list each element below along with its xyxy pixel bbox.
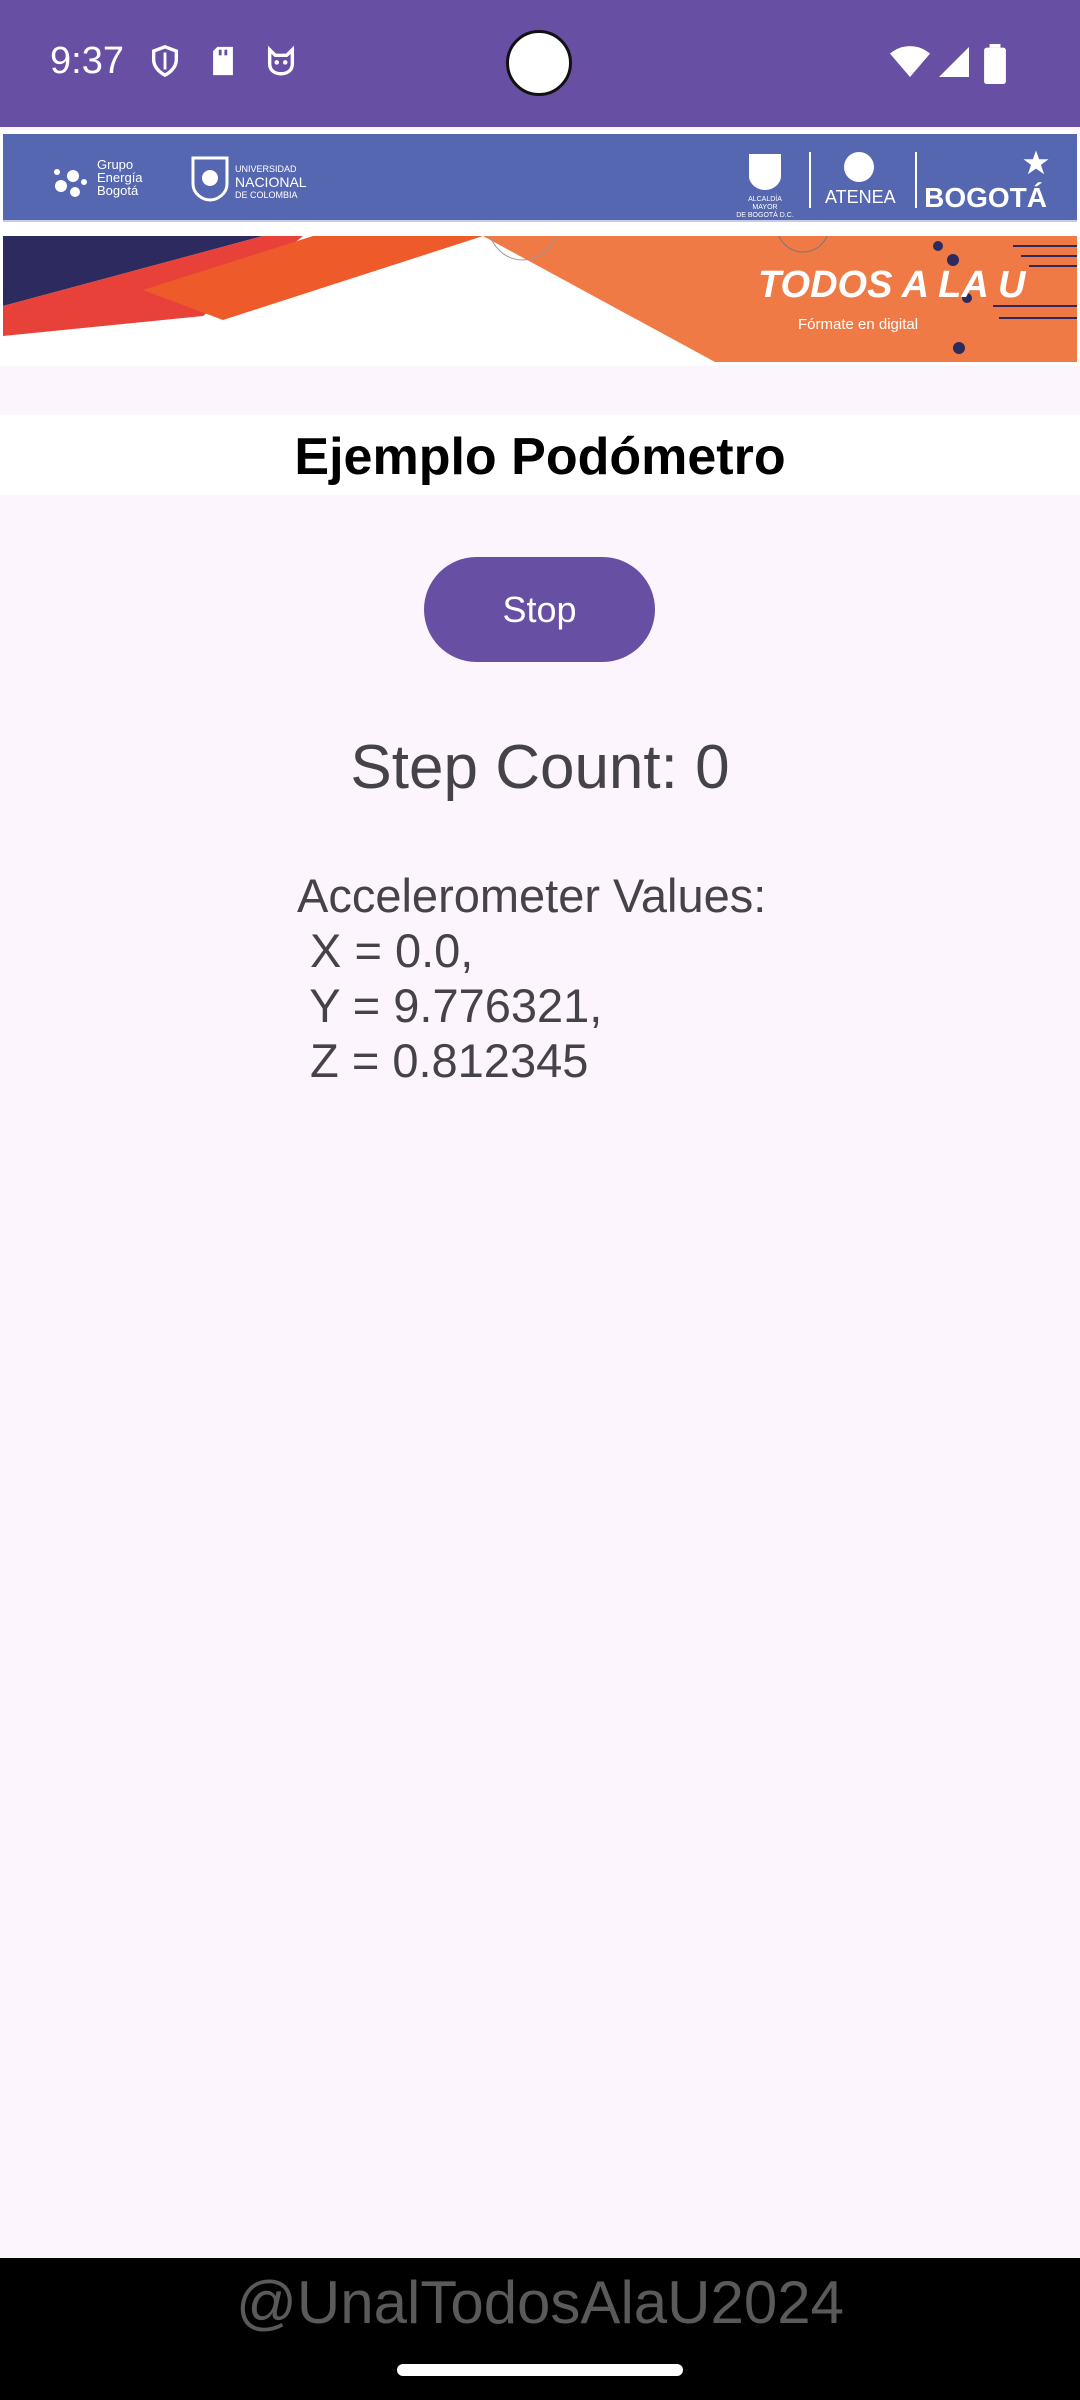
- shield-icon: [151, 45, 179, 78]
- bogota-logo: BOGOTÁ: [924, 182, 1047, 213]
- atenea-logo-icon: [844, 152, 874, 182]
- university-shield-icon: [191, 156, 229, 202]
- battery-icon: [984, 44, 1006, 84]
- star-icon: [1023, 150, 1049, 175]
- stop-button[interactable]: Stop: [424, 557, 655, 662]
- step-count-label: Step Count: 0: [350, 733, 730, 802]
- sponsor-banner: Grupo Energía Bogotá UNIVERSIDAD NACIONA…: [0, 130, 1080, 366]
- status-time: 9:37: [50, 40, 124, 82]
- accelerometer-values: Accelerometer Values: X = 0.0, Y = 9.776…: [297, 868, 857, 1088]
- todos-a-la-u-banner: TODOS A LA U Fórmate en digital: [3, 236, 1077, 362]
- title-bar: Ejemplo Podómetro: [0, 415, 1080, 495]
- watermark-text: @UnalTodosAlaU2024: [236, 2269, 844, 2336]
- home-gesture-handle[interactable]: [397, 2364, 683, 2376]
- signal-icon: [939, 47, 969, 77]
- banner-logos-strip: Grupo Energía Bogotá UNIVERSIDAD NACIONA…: [3, 134, 1077, 222]
- camera-cutout: [506, 30, 572, 96]
- accelerometer-y: Y = 9.776321,: [297, 979, 603, 1032]
- alcaldia-shield-icon: [749, 154, 781, 190]
- accelerometer-x: X = 0.0,: [297, 924, 474, 977]
- todos-subtitle: Fórmate en digital: [798, 316, 919, 333]
- sd-card-icon: [213, 46, 233, 76]
- status-bar: 9:37: [0, 0, 1080, 127]
- todos-a-la-u-title: TODOS A LA U: [758, 264, 1026, 306]
- cat-face-icon: [267, 45, 295, 76]
- grupo-energia-logo-icon: [54, 169, 87, 197]
- accelerometer-heading: Accelerometer Values:: [297, 869, 767, 922]
- accelerometer-z: Z = 0.812345: [297, 1034, 589, 1087]
- page-title: Ejemplo Podómetro: [294, 428, 786, 486]
- app-screen: 9:37 Grupo Energía Bogotá UNIVERSIDAD NA…: [0, 0, 1080, 2400]
- wifi-icon: [890, 46, 930, 77]
